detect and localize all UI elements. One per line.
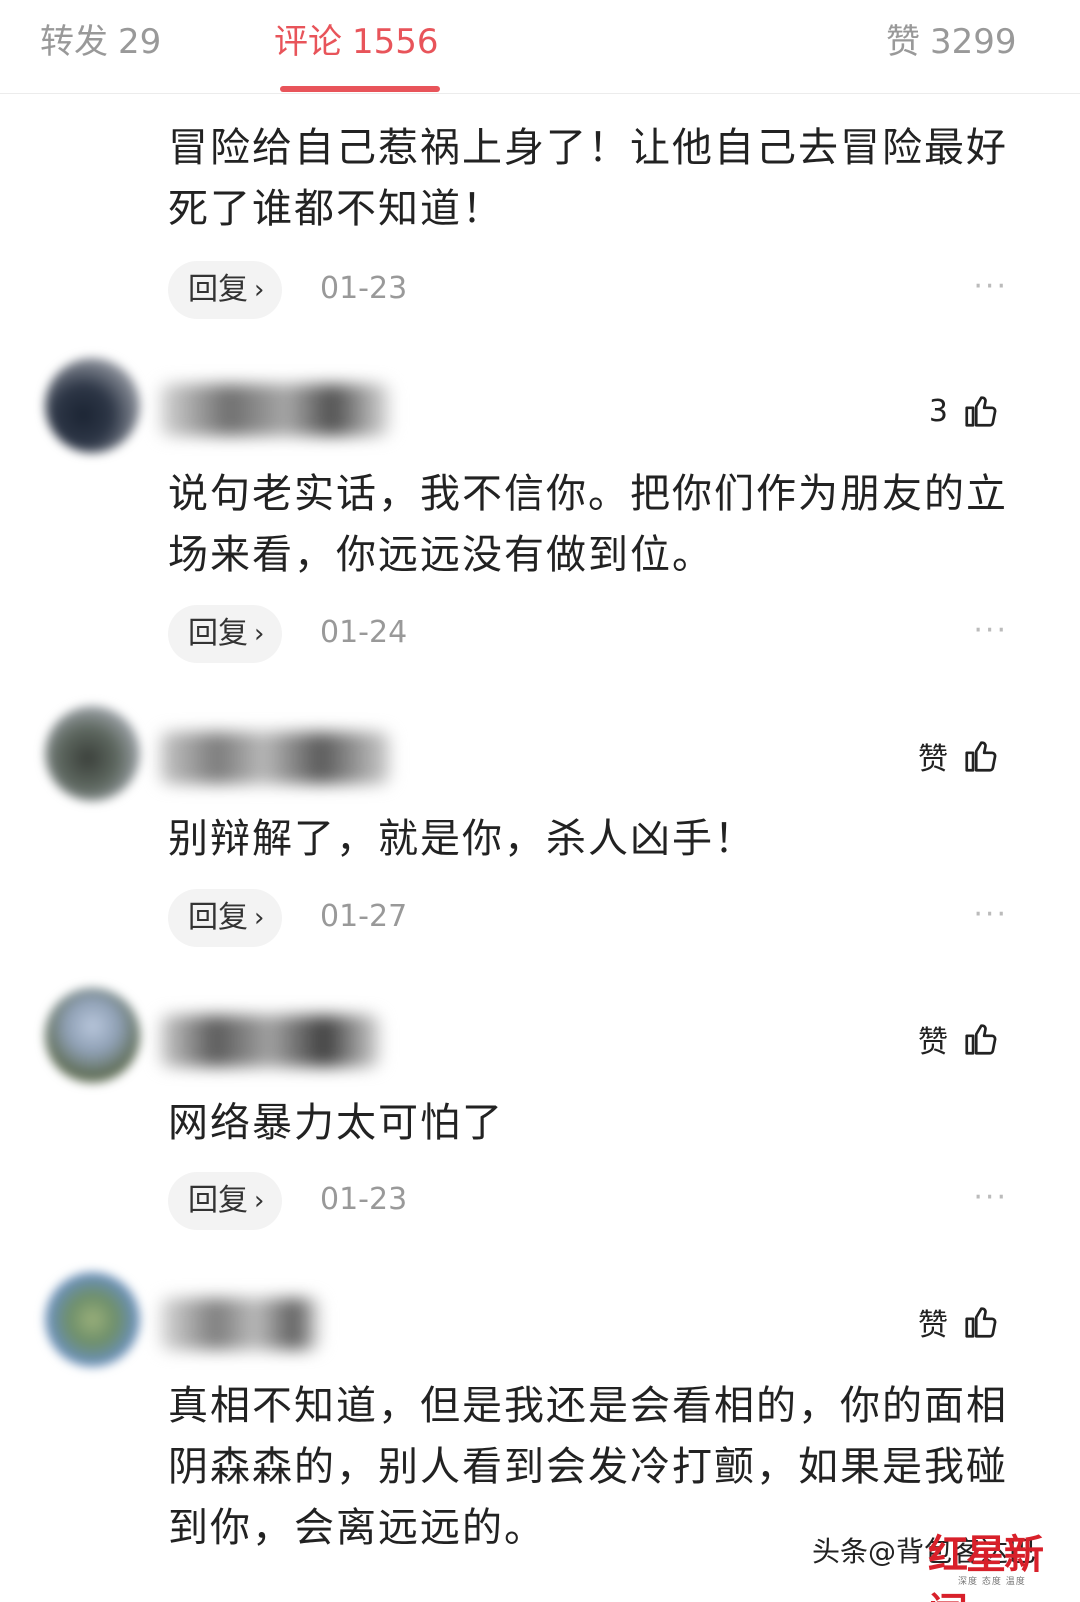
tab-reposts-label: 转发 (40, 22, 108, 62)
reply-button[interactable]: 回复 › (168, 261, 283, 319)
like-label: 赞 (918, 1308, 948, 1343)
thumbs-up-icon (965, 741, 997, 772)
like-button[interactable]: 赞 (918, 1297, 1000, 1347)
comment-actions: 回复 › 01-27 ··· (168, 889, 1008, 947)
avatar[interactable] (45, 988, 140, 1083)
more-dots-icon[interactable]: ··· (973, 613, 1008, 648)
username-blurred[interactable] (160, 732, 390, 784)
like-button[interactable]: 赞 (918, 1014, 1000, 1064)
comment-date: 01-23 (320, 271, 408, 306)
thumbs-up-icon (965, 396, 997, 427)
chevron-right-icon: › (254, 903, 265, 933)
comment-date: 01-24 (320, 615, 408, 650)
avatar[interactable] (45, 358, 140, 453)
comment-actions: 回复 › 01-23 ··· (168, 1172, 1008, 1230)
comment-date: 01-23 (320, 1182, 408, 1217)
comment-tab-bar: 转发 29 评论 1556 赞 3299 (0, 0, 1080, 94)
tab-likes-label: 赞 (886, 22, 920, 62)
like-button[interactable]: 3 (929, 386, 1000, 436)
tab-comments[interactable]: 评论 1556 (274, 14, 439, 63)
watermark: 头条@背包客达巴 红星新闻 深度 态度 温度 (808, 1522, 1058, 1602)
like-button[interactable]: 赞 (918, 731, 1000, 781)
comment-text: 别辩解了，就是你，杀人凶手！ (168, 816, 756, 862)
chevron-right-icon: › (254, 619, 265, 649)
more-dots-icon[interactable]: ··· (973, 269, 1008, 304)
like-count: 3 (928, 393, 948, 429)
comment-text: 冒险给自己惹祸上身了！让他自己去冒险最好死了谁都不知道！ (168, 125, 1008, 232)
comment-text: 说句老实话，我不信你。把你们作为朋友的立场来看，你远远没有做到位。 (168, 471, 1008, 578)
tab-likes-count: 3299 (930, 22, 1017, 62)
username-blurred[interactable] (160, 1015, 380, 1067)
watermark-slogan: 深度 态度 温度 (958, 1577, 1026, 1587)
thumbs-up-icon (965, 1307, 997, 1338)
chevron-right-icon: › (254, 1186, 265, 1216)
reply-button[interactable]: 回复 › (168, 1172, 283, 1230)
active-tab-indicator (280, 86, 440, 92)
comment-text: 网络暴力太可怕了 (168, 1100, 504, 1146)
tab-comments-label: 评论 (274, 22, 342, 62)
username-blurred[interactable] (160, 1298, 320, 1350)
tab-reposts-count: 29 (118, 22, 162, 62)
reply-button[interactable]: 回复 › (168, 605, 283, 663)
username-blurred[interactable] (160, 384, 390, 436)
tab-likes[interactable]: 赞 3299 (886, 14, 1017, 63)
reply-label: 回复 (188, 616, 248, 651)
avatar[interactable] (45, 1272, 140, 1367)
reply-label: 回复 (188, 1183, 248, 1218)
comment-actions: 回复 › 01-24 ··· (168, 605, 1008, 663)
tab-reposts[interactable]: 转发 29 (40, 14, 161, 63)
comment-date: 01-27 (320, 899, 408, 934)
like-label: 赞 (918, 742, 948, 777)
tab-comments-count: 1556 (352, 22, 439, 62)
watermark-logo: 红星新闻 (928, 1531, 1044, 1602)
avatar[interactable] (45, 706, 140, 801)
reply-label: 回复 (188, 272, 248, 307)
thumbs-up-icon (965, 1024, 997, 1055)
more-dots-icon[interactable]: ··· (973, 897, 1008, 932)
reply-label: 回复 (188, 900, 248, 935)
reply-button[interactable]: 回复 › (168, 889, 283, 947)
chevron-right-icon: › (254, 275, 265, 305)
more-dots-icon[interactable]: ··· (973, 1180, 1008, 1215)
like-label: 赞 (918, 1025, 948, 1060)
comment-actions: 回复 › 01-23 ··· (168, 261, 1008, 319)
